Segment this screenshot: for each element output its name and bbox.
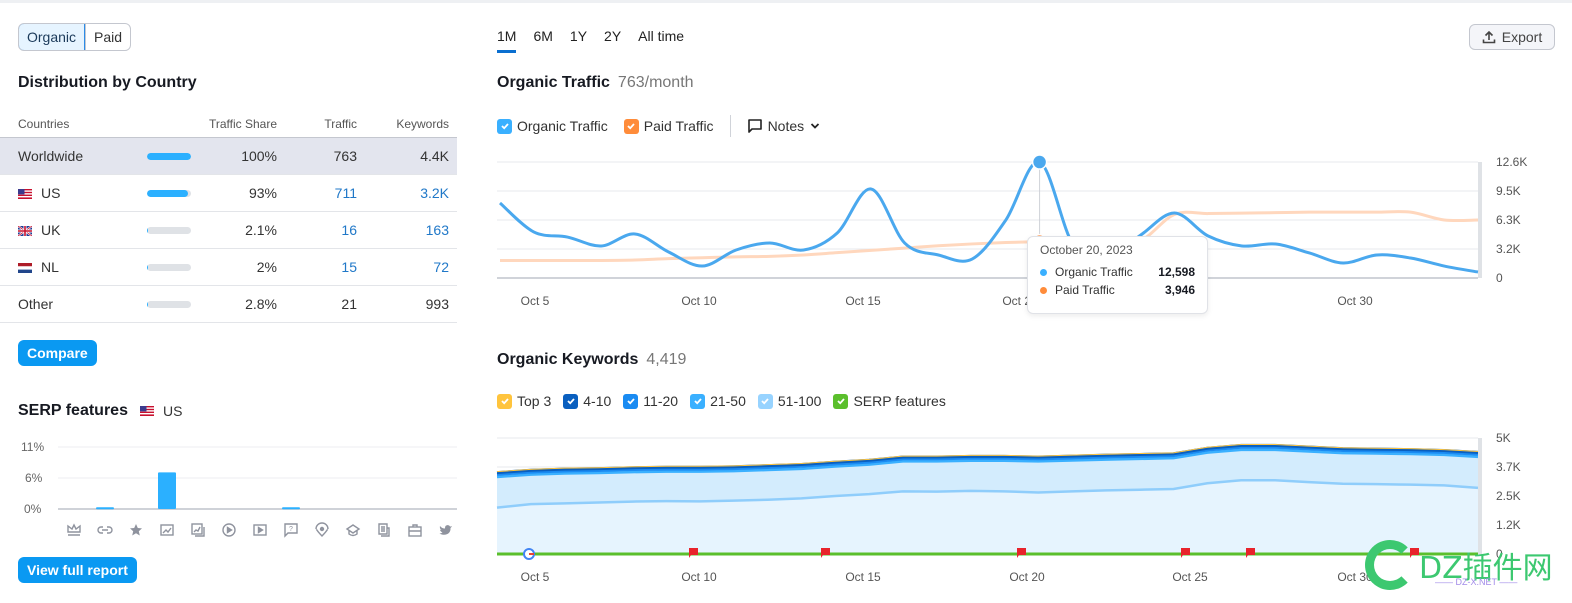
keywords-y-tick: 5K	[1496, 431, 1511, 445]
keywords-y-tick: 2.5K	[1496, 489, 1521, 503]
us-flag-icon	[139, 406, 154, 416]
keywords-x-tick: Oct 10	[681, 570, 717, 584]
image-icon[interactable]	[160, 524, 174, 536]
legend-kw-label: Top 3	[517, 393, 552, 409]
jobs-icon[interactable]	[408, 524, 422, 537]
legend-kw-11-20[interactable]: 11-20	[623, 393, 678, 409]
keywords-value: 4,419	[646, 351, 687, 368]
keywords-y-tick: 1.2K	[1496, 518, 1521, 532]
serp-country[interactable]: US	[139, 403, 183, 419]
legend-kw-21-50[interactable]: 21-50	[690, 393, 746, 409]
traffic-x-tick: Oct 10	[681, 294, 717, 308]
serp-bar[interactable]	[282, 507, 300, 510]
video-icon[interactable]	[222, 523, 236, 537]
tooltip-organic-label: Organic Traffic	[1055, 265, 1133, 279]
keywords-21-50-line	[496, 448, 1479, 479]
traffic-y-tick: 9.5K	[1496, 184, 1521, 198]
traffic-x-tick: Oct 5	[521, 294, 550, 308]
keywords-legend: Top 3 4-10 11-20 21-50 51-100 SERP features	[497, 393, 958, 409]
note-flag-icon[interactable]	[1181, 548, 1190, 558]
traffic-y-tick: 3.2K	[1496, 242, 1521, 256]
keywords-51-100-line	[496, 478, 1479, 509]
watermark-c-icon	[1365, 540, 1415, 590]
legend-kw-serp-features[interactable]: SERP features	[833, 393, 946, 409]
faq-icon[interactable]: ?	[284, 523, 298, 538]
legend-kw-label: SERP features	[853, 393, 946, 409]
keywords-4-10-line	[496, 443, 1479, 475]
legend-kw-label: 11-20	[643, 393, 679, 409]
note-flag-icon[interactable]	[689, 548, 698, 558]
checkbox-checked-icon[interactable]	[563, 393, 579, 409]
compare-button[interactable]: Compare	[18, 340, 97, 366]
checkbox-checked-icon[interactable]	[623, 393, 639, 409]
note-flag-icon[interactable]	[1246, 548, 1255, 558]
legend-kw-4-10[interactable]: 4-10	[563, 393, 611, 409]
checkbox-checked-icon[interactable]	[757, 393, 773, 409]
legend-kw-label: 21-50	[710, 393, 746, 409]
keywords-x-tick: Oct 20	[1009, 570, 1045, 584]
organic-traffic-line	[498, 160, 1479, 274]
keywords-area-lower	[497, 480, 1478, 554]
twitter-icon[interactable]	[439, 525, 453, 535]
watermark-subtext: —— DZ-X.NET ——	[1435, 577, 1518, 587]
keywords-top3-line	[496, 443, 1479, 473]
tooltip-date: October 20, 2023	[1040, 243, 1133, 257]
paid-dot-icon	[1040, 286, 1047, 294]
serp-bar[interactable]	[158, 472, 176, 509]
traffic-tooltip: October 20, 2023 Organic Traffic 12,598 …	[1027, 236, 1208, 314]
star-icon[interactable]	[130, 524, 142, 536]
svg-text:?: ?	[289, 526, 293, 533]
traffic-y-tick: 12.6K	[1496, 155, 1527, 169]
serp-country-label: US	[162, 403, 183, 419]
organic-hover-point[interactable]	[1031, 154, 1048, 170]
keywords-y-tick: 3.7K	[1496, 460, 1521, 474]
tooltip-organic-value: 12,598	[1158, 265, 1195, 279]
traffic-x-tick: Oct 30	[1337, 294, 1373, 308]
checkbox-checked-icon[interactable]	[690, 393, 706, 409]
keywords-x-tick: Oct 25	[1172, 570, 1208, 584]
keywords-area-upper	[497, 444, 1478, 554]
tooltip-paid-row: Paid Traffic 3,946	[1040, 283, 1195, 297]
traffic-chart: 12.6K9.5K6.3K3.2K0Oct 5 Oct 10 Oct 15 Oct 2…	[497, 154, 1527, 308]
note-flag-icon[interactable]	[821, 548, 830, 558]
tooltip-paid-value: 3,946	[1164, 283, 1195, 297]
keywords-x-tick: Oct 15	[845, 570, 881, 584]
serp-features-header: SERP features US	[18, 402, 182, 420]
note-flag-icon[interactable]	[1017, 548, 1026, 558]
paid-traffic-line	[500, 210, 1479, 263]
checkbox-checked-icon[interactable]	[833, 393, 849, 409]
legend-kw-label: 4-10	[583, 393, 612, 409]
tooltip-paid-label: Paid Traffic	[1055, 283, 1115, 297]
organic-dot-icon	[1040, 268, 1047, 276]
watermark-logo: DZ插件网 —— DZ-X.NET ——	[1365, 535, 1565, 595]
traffic-x-tick: Oct 15	[845, 294, 881, 308]
keywords-header: Organic Keywords 4,419	[497, 351, 686, 369]
traffic-y-tick: 6.3K	[1496, 213, 1521, 227]
keywords-11-20-line	[496, 445, 1479, 476]
knowledge-panel-icon[interactable]	[345, 524, 361, 537]
checkbox-checked-icon[interactable]	[497, 393, 512, 409]
local-pack-icon[interactable]	[315, 522, 329, 537]
view-full-report-button[interactable]: View full report	[18, 557, 137, 583]
traffic-scroll-handle[interactable]	[1478, 162, 1482, 278]
serp-features-chart: 11% 6% 0% ?	[0, 436, 470, 546]
keywords-title: Organic Keywords	[497, 351, 639, 368]
keywords-x-tick: Oct 5	[521, 570, 550, 584]
serp-bar[interactable]	[96, 507, 114, 510]
featured-video-icon[interactable]	[253, 524, 267, 536]
serp-bars: ?	[58, 446, 457, 538]
image-pack-icon[interactable]	[191, 523, 205, 537]
crown-icon[interactable]	[67, 523, 81, 536]
traffic-y-tick: 0	[1496, 271, 1503, 285]
tooltip-organic-row: Organic Traffic 12,598	[1040, 265, 1195, 279]
news-icon[interactable]	[378, 523, 390, 537]
legend-kw-51-100[interactable]: 51-100	[757, 393, 822, 409]
google-update-icon[interactable]	[523, 548, 535, 560]
link-icon[interactable]	[97, 526, 113, 534]
legend-kw-label: 51-100	[777, 393, 822, 409]
serp-features-title: SERP features	[18, 402, 128, 419]
legend-kw-top-3[interactable]: Top 3	[497, 393, 551, 409]
